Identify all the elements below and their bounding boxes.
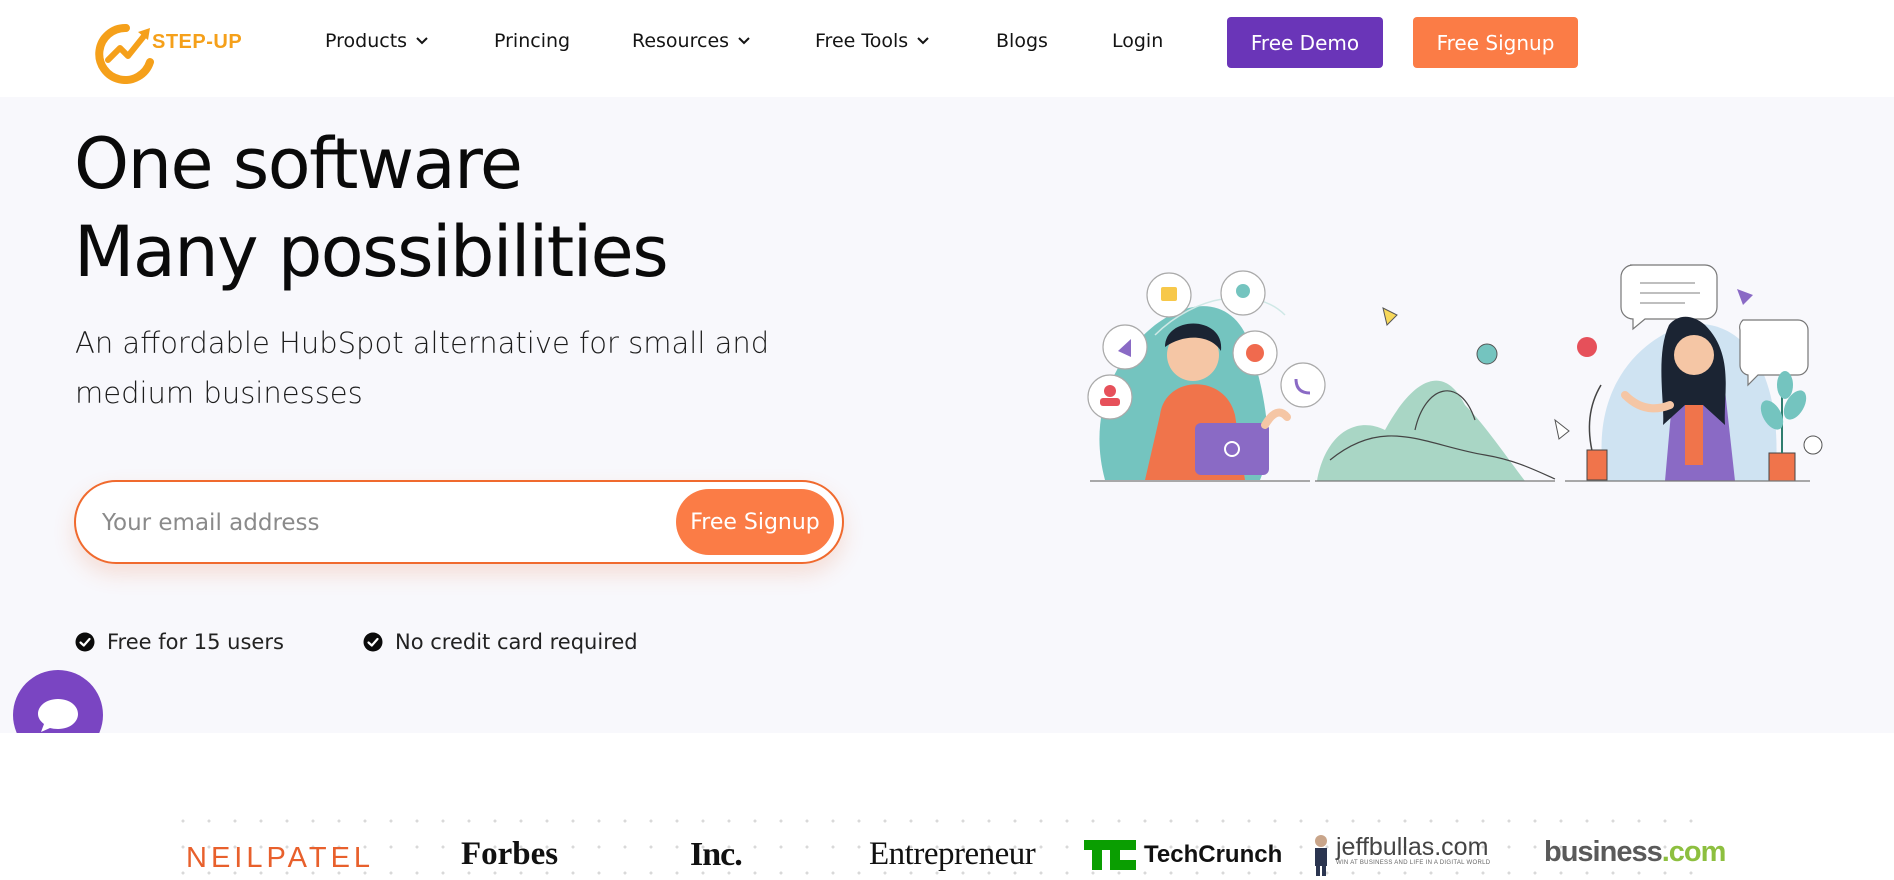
check-no-credit-card: No credit card required [363, 630, 638, 654]
logo-techcrunch: TechCrunch [1084, 840, 1282, 870]
nav-login[interactable]: Login [1112, 30, 1163, 52]
logo-inc: Inc. [690, 836, 743, 873]
hero-headline: One software Many possibilities [74, 120, 669, 296]
check-circle-icon [75, 632, 95, 652]
jeffbullas-text: jeffbullas.com [1336, 833, 1489, 861]
headline-line-1: One software [74, 123, 523, 205]
logo-business-com: business.com [1544, 836, 1727, 869]
free-demo-button[interactable]: Free Demo [1227, 17, 1383, 68]
nav-label: Free Tools [815, 30, 909, 52]
check-circle-icon [363, 632, 383, 652]
nav-label: Resources [632, 30, 730, 52]
nav-resources[interactable]: Resources [632, 30, 751, 52]
email-signup-form: Free Signup [74, 480, 844, 564]
headline-line-2: Many possibilities [74, 211, 669, 293]
nav-pricing[interactable]: Princing [494, 30, 570, 52]
free-signup-button[interactable]: Free Signup [1413, 17, 1578, 68]
check-free-users: Free for 15 users [75, 630, 284, 654]
jeffbullas-wordmark: jeffbullas.com WIN AT BUSINESS AND LIFE … [1336, 834, 1490, 866]
nav-label: Products [325, 30, 408, 52]
logo-forbes: Forbes [461, 836, 559, 872]
jeffbullas-tagline: WIN AT BUSINESS AND LIFE IN A DIGITAL WO… [1336, 860, 1491, 866]
person-figure-icon [1315, 835, 1327, 876]
check-label: No credit card required [395, 630, 638, 654]
check-label: Free for 15 users [107, 630, 284, 654]
nav-label: Princing [494, 30, 571, 52]
chevron-down-icon [917, 37, 929, 45]
logo-neilpatel: NEILPATEL [186, 842, 375, 874]
nav-label: Login [1112, 30, 1164, 52]
chat-icon [38, 699, 78, 732]
logo-text: STEP-UP [152, 31, 243, 53]
email-input[interactable] [100, 500, 644, 546]
logo-entrepreneur: Entrepreneur [869, 836, 1036, 872]
hero-illustration [1087, 264, 1823, 482]
logo-jeffbullas: jeffbullas.com WIN AT BUSINESS AND LIFE … [1312, 834, 1490, 876]
business-com-text: .com [1661, 836, 1727, 868]
form-signup-button[interactable]: Free Signup [676, 489, 834, 555]
nav-products[interactable]: Products [325, 30, 429, 52]
nav-blogs[interactable]: Blogs [996, 30, 1048, 52]
chevron-down-icon [738, 37, 750, 45]
nav-label: Blogs [996, 30, 1048, 52]
business-text: business [1544, 836, 1663, 868]
techcrunch-mark-icon [1084, 840, 1136, 870]
chevron-down-icon [416, 37, 428, 45]
techcrunch-text: TechCrunch [1144, 841, 1283, 868]
hero-subheading: An affordable HubSpot alternative for sm… [75, 326, 770, 410]
site-header: STEP-UP Products Princing Resources Free… [0, 0, 1894, 97]
nav-free-tools[interactable]: Free Tools [815, 30, 930, 52]
